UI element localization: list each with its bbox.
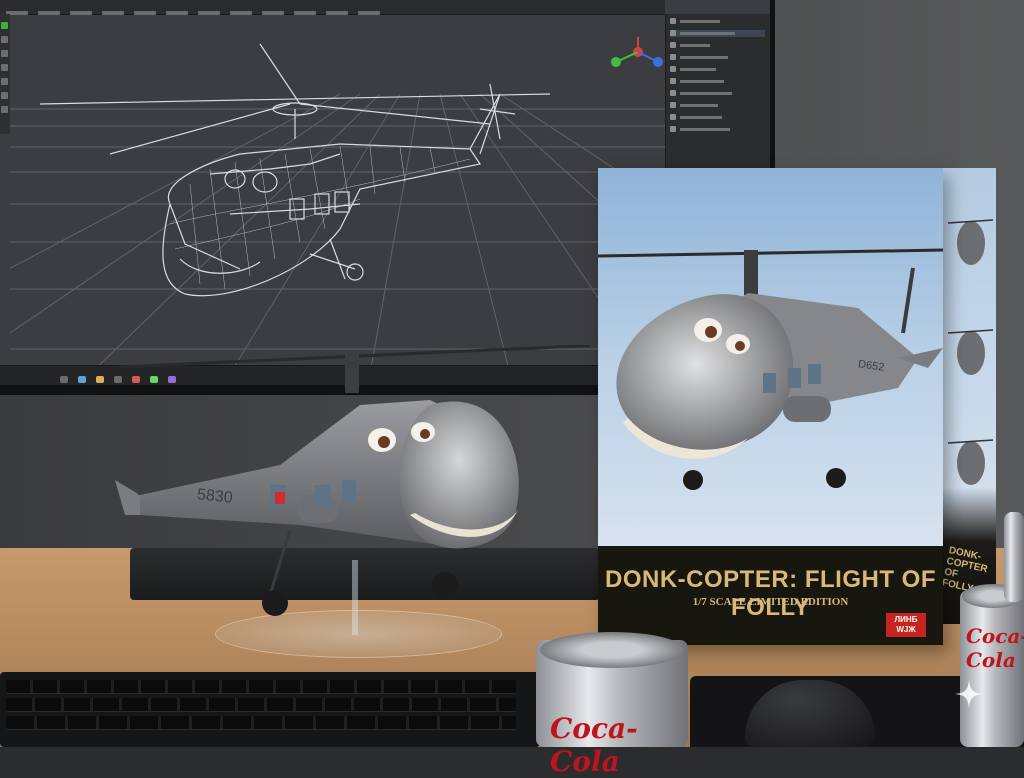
box-sky-art xyxy=(597,168,944,546)
keyboard-key-row[interactable] xyxy=(6,680,516,694)
box-logo-badge: ЛИНБ WJЖ xyxy=(886,613,926,637)
wireframe-helicopter xyxy=(39,43,551,297)
can-logo: Coca-Cola xyxy=(966,624,1024,672)
keyboard-key-row[interactable] xyxy=(6,716,516,730)
box-side-art xyxy=(947,219,994,485)
can-logo: Coca-Cola xyxy=(550,712,638,778)
scale-tool-icon[interactable] xyxy=(1,64,8,71)
outliner-row[interactable] xyxy=(670,18,765,25)
helicopter-model xyxy=(115,345,590,616)
product-box: DONK-COPTER: FLIGHT OF FOLLY 1/7 SCALE L… xyxy=(597,168,944,645)
keyboard[interactable] xyxy=(0,672,540,747)
outliner-row[interactable] xyxy=(670,54,765,61)
badge-line: ЛИНБ xyxy=(894,615,918,624)
outliner-row[interactable] xyxy=(670,66,765,73)
menu-bar xyxy=(0,0,665,15)
badge-line: WJЖ xyxy=(896,625,916,634)
left-toolbar xyxy=(0,14,10,134)
shelf-icon[interactable] xyxy=(60,376,68,383)
lasso-tool-icon[interactable] xyxy=(1,92,8,99)
outliner-row[interactable] xyxy=(670,42,765,49)
soda-can xyxy=(1004,512,1024,602)
outliner-row[interactable] xyxy=(670,126,765,133)
outliner-row[interactable] xyxy=(670,114,765,121)
outliner-row[interactable] xyxy=(670,78,765,85)
axis-gizmo-icon[interactable] xyxy=(608,32,668,77)
keyboard-key-row[interactable] xyxy=(6,698,516,712)
camera-tool-icon[interactable] xyxy=(1,106,8,113)
viewport-grid xyxy=(10,43,665,374)
3d-viewport[interactable] xyxy=(10,14,665,374)
shelf-icon[interactable] xyxy=(78,376,86,383)
soda-can: Coca-Cola xyxy=(960,584,1024,747)
outliner-row[interactable] xyxy=(670,30,765,37)
soda-can: Coca-Cola xyxy=(536,632,688,778)
brush-tool-icon[interactable] xyxy=(1,78,8,85)
rotate-tool-icon[interactable] xyxy=(1,50,8,57)
outliner-row[interactable] xyxy=(670,90,765,97)
box-helicopter-art xyxy=(597,248,944,490)
move-tool-icon[interactable] xyxy=(1,36,8,43)
outliner-row[interactable] xyxy=(670,102,765,109)
soda-can-top xyxy=(540,632,684,668)
sparkle-icon xyxy=(955,680,983,708)
box-subtitle: 1/7 SCALE LIMITED EDITION xyxy=(692,596,849,608)
select-tool-icon[interactable] xyxy=(1,22,8,29)
fuselage-number: 5830 xyxy=(196,486,234,507)
